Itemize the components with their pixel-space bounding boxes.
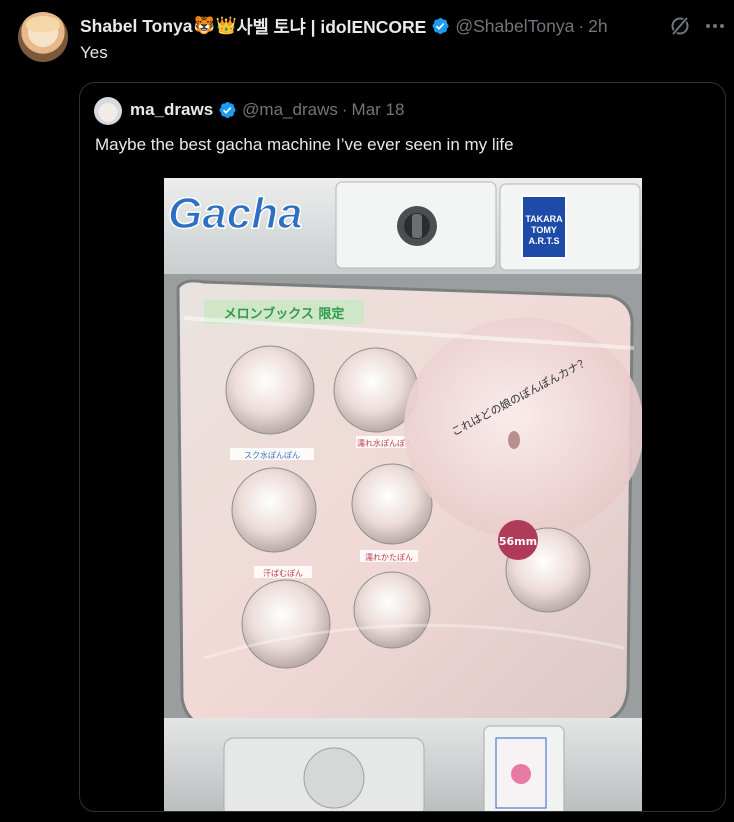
timestamp[interactable]: 2h bbox=[588, 16, 607, 37]
post-text: Yes bbox=[80, 43, 108, 62]
verified-badge-icon[interactable] bbox=[217, 100, 237, 120]
display-name[interactable]: Shabel Tonya bbox=[80, 16, 192, 37]
quoted-post-text: Maybe the best gacha machine I’ve ever s… bbox=[95, 135, 514, 154]
panel-title: メロンブックス 限定 bbox=[224, 306, 345, 322]
quoted-timestamp[interactable]: Mar 18 bbox=[352, 100, 405, 120]
crown-emoji: 👑 bbox=[215, 16, 237, 35]
brand-logo: Gacha bbox=[168, 189, 303, 238]
more-options-icon[interactable] bbox=[704, 14, 726, 38]
quoted-handle[interactable]: @ma_draws bbox=[242, 100, 338, 120]
post[interactable]: Shabel Tonya 🐯 👑 사벨 토냐 | idolENCORE @Sha… bbox=[0, 0, 734, 822]
thumb-label: スク水ぽんぽん bbox=[244, 450, 300, 460]
separator: · bbox=[341, 100, 348, 119]
quoted-avatar[interactable] bbox=[94, 97, 122, 125]
gacha-machine-photo: Gacha TAKARA TOMY A.R.T.S メロンブックス 限定 スク水… bbox=[164, 178, 642, 811]
handle[interactable]: @ShabelTonya bbox=[455, 16, 574, 37]
avatar[interactable] bbox=[18, 12, 68, 62]
thumb-label: 汗ばむぽん bbox=[263, 569, 303, 578]
quoted-header: ma_draws @ma_draws · Mar 18 bbox=[130, 100, 404, 120]
thumb-label: 濡れ水ぽんぽん bbox=[357, 438, 413, 448]
display-name-suffix[interactable]: 사벨 토냐 | idolENCORE bbox=[236, 14, 426, 39]
post-header: Shabel Tonya 🐯 👑 사벨 토냐 | idolENCORE @Sha… bbox=[80, 14, 608, 38]
thumb-label: 濡れかたぽん bbox=[365, 552, 413, 562]
attached-photo[interactable]: Gacha TAKARA TOMY A.R.T.S メロンブックス 限定 スク水… bbox=[164, 178, 642, 811]
tiger-emoji: 🐯 bbox=[193, 16, 215, 35]
grok-icon[interactable] bbox=[668, 14, 692, 38]
verified-badge-icon[interactable] bbox=[430, 16, 450, 36]
separator: · bbox=[578, 15, 585, 36]
quoted-display-name[interactable]: ma_draws bbox=[130, 100, 213, 120]
size-badge: 56mm bbox=[499, 535, 537, 548]
quoted-post[interactable]: ma_draws @ma_draws · Mar 18 Maybe the be… bbox=[79, 82, 726, 812]
